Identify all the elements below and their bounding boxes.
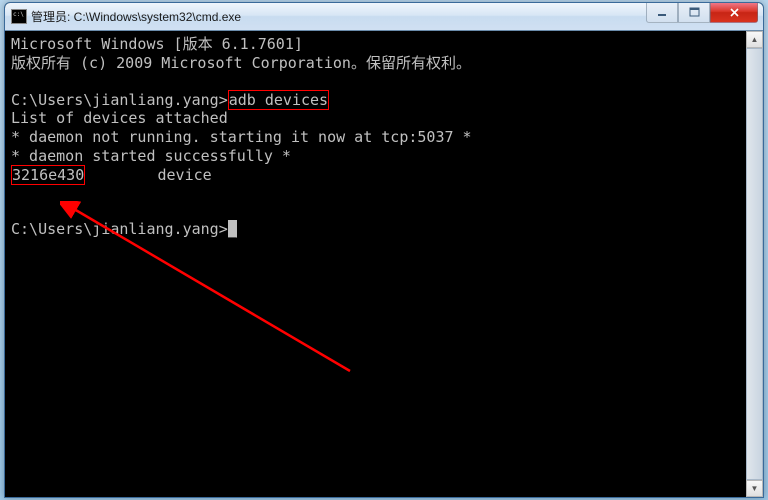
device-line: 3216e430 device	[11, 166, 740, 185]
maximize-icon	[689, 7, 700, 18]
output-line: * daemon not running. starting it now at…	[11, 128, 740, 147]
output-line	[11, 184, 740, 202]
minimize-button[interactable]	[646, 3, 678, 23]
cursor: _	[228, 220, 237, 238]
highlighted-device-id: 3216e430	[11, 165, 85, 185]
close-button[interactable]	[710, 3, 758, 23]
cmd-icon	[11, 9, 27, 24]
scroll-track[interactable]	[746, 48, 763, 480]
terminal-content[interactable]: Microsoft Windows [版本 6.1.7601]版权所有 (c) …	[5, 31, 746, 497]
cmd-window: 管理员: C:\Windows\system32\cmd.exe Microso…	[4, 2, 764, 498]
prompt: C:\Users\jianliang.yang>	[11, 220, 228, 238]
scroll-up-button[interactable]: ▲	[746, 31, 763, 48]
close-icon	[729, 7, 740, 18]
window-controls	[646, 3, 763, 23]
prompt: C:\Users\jianliang.yang>	[11, 91, 228, 109]
scroll-thumb[interactable]	[746, 48, 763, 480]
output-line	[11, 73, 740, 91]
terminal-body: Microsoft Windows [版本 6.1.7601]版权所有 (c) …	[5, 31, 763, 497]
output-line	[11, 202, 740, 220]
window-title: 管理员: C:\Windows\system32\cmd.exe	[31, 8, 646, 25]
output-line: Microsoft Windows [版本 6.1.7601]	[11, 35, 740, 54]
output-line: * daemon started successfully *	[11, 147, 740, 166]
output-line: 版权所有 (c) 2009 Microsoft Corporation。保留所有…	[11, 54, 740, 73]
vertical-scrollbar[interactable]: ▲ ▼	[746, 31, 763, 497]
maximize-button[interactable]	[678, 3, 710, 23]
prompt-line: C:\Users\jianliang.yang>adb devices	[11, 91, 740, 110]
prompt-line: C:\Users\jianliang.yang>_	[11, 220, 740, 239]
minimize-icon	[657, 7, 668, 18]
scroll-down-button[interactable]: ▼	[746, 480, 763, 497]
output-line: List of devices attached	[11, 109, 740, 128]
device-status: device	[85, 166, 211, 184]
highlighted-command: adb devices	[228, 90, 329, 110]
titlebar[interactable]: 管理员: C:\Windows\system32\cmd.exe	[5, 3, 763, 31]
